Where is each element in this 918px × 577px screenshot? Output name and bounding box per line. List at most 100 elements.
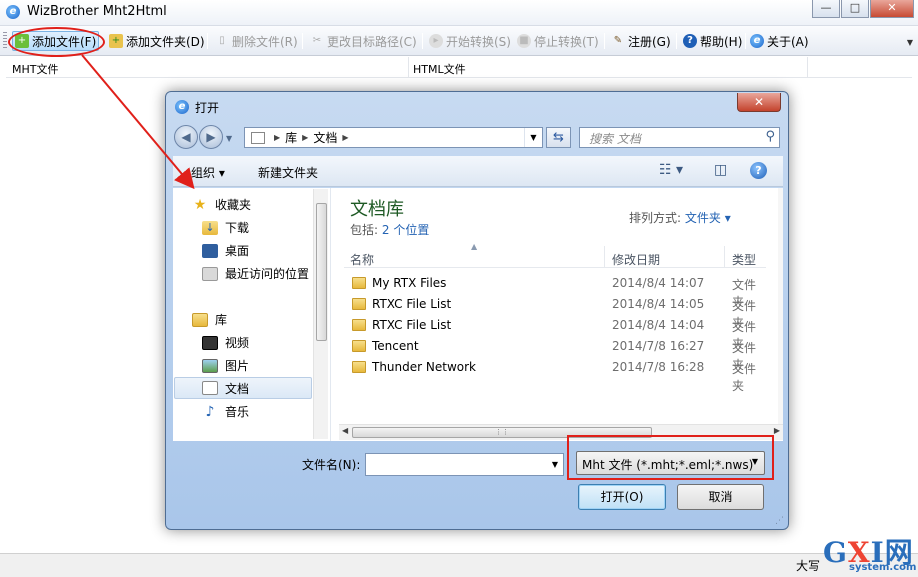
chevron-right-icon[interactable]: ▶: [274, 133, 280, 142]
file-name: RTXC File List: [372, 318, 452, 332]
nav-favorites[interactable]: ★ 收藏夹: [192, 196, 251, 213]
nav-recent[interactable]: 最近访问的位置: [202, 265, 309, 282]
file-row[interactable]: RTXC File List 2014/8/4 14:05 文件夹: [344, 294, 766, 330]
column-divider[interactable]: [807, 57, 808, 78]
register-icon: ✎: [613, 35, 623, 46]
file-date: 2014/8/4 14:05: [612, 297, 705, 311]
address-bar[interactable]: ▶ 库 ▶ 文档 ▶ ▼: [244, 127, 543, 148]
column-name[interactable]: 名称: [350, 251, 374, 268]
file-row[interactable]: My RTX Files 2014/8/4 14:07 文件夹: [344, 273, 766, 309]
delete-file-icon: ▯: [219, 35, 225, 46]
column-type[interactable]: 类型: [732, 251, 756, 268]
column-divider[interactable]: [604, 246, 605, 268]
open-button[interactable]: 打开(O): [578, 484, 666, 510]
scroll-left-icon[interactable]: ◀: [342, 426, 348, 435]
nav-label: 视频: [225, 336, 250, 350]
chevron-down-icon[interactable]: ▼: [547, 454, 563, 475]
watermark-domain: system.com: [849, 562, 917, 573]
nav-label: 收藏夹: [215, 198, 252, 212]
toolbar-separator: [302, 33, 303, 49]
stop-icon: ■: [517, 34, 531, 48]
maximize-button[interactable]: □: [841, 0, 869, 18]
ie-icon: e: [175, 100, 189, 114]
nav-libraries[interactable]: 库: [192, 311, 227, 328]
view-options-icon[interactable]: ☷ ▾: [659, 162, 683, 178]
help-icon[interactable]: ?: [750, 162, 767, 179]
refresh-button[interactable]: ⇆: [546, 127, 571, 148]
column-mht[interactable]: MHT文件: [12, 61, 58, 77]
toolbar: + 添加文件(F) + 添加文件夹(D) ▯ 删除文件(R) ✂ 更改目标路径(…: [0, 26, 918, 56]
about-button[interactable]: e 关于(A): [750, 31, 809, 51]
column-divider[interactable]: [408, 57, 409, 78]
column-html[interactable]: HTML文件: [413, 61, 466, 77]
add-folder-button[interactable]: + 添加文件夹(D): [109, 31, 205, 51]
delete-file-button[interactable]: ▯ 删除文件(R): [215, 31, 298, 51]
nav-label: 文档: [225, 381, 250, 396]
nav-label: 桌面: [225, 244, 250, 258]
preview-pane-icon[interactable]: ◫: [714, 162, 727, 178]
toolbar-separator: [207, 33, 208, 49]
change-path-button[interactable]: ✂ 更改目标路径(C): [310, 31, 417, 51]
file-row[interactable]: Thunder Network 2014/7/8 16:28 文件夹: [344, 357, 766, 393]
arrange-dropdown[interactable]: 文件夹 ▾: [685, 211, 731, 225]
nav-documents[interactable]: 文档: [174, 377, 312, 399]
breadcrumb-libraries[interactable]: 库: [285, 129, 297, 146]
nav-pane-scrollbar[interactable]: [313, 189, 328, 439]
recent-pages-dropdown[interactable]: ▼: [226, 134, 232, 143]
search-icon[interactable]: ⚲: [765, 129, 775, 144]
search-input[interactable]: 搜索 文档 ⚲: [579, 127, 780, 148]
scrollbar-thumb[interactable]: [316, 203, 327, 341]
start-convert-button[interactable]: ▸ 开始转换(S): [429, 31, 511, 51]
window-controls: — □ ✕: [811, 0, 914, 18]
close-button[interactable]: ✕: [870, 0, 914, 18]
chevron-right-icon[interactable]: ▶: [342, 133, 348, 142]
nav-downloads[interactable]: ↓ 下载: [202, 219, 249, 236]
nav-videos[interactable]: 视频: [202, 334, 249, 351]
back-button[interactable]: ◀: [174, 125, 198, 149]
toolbar-grip[interactable]: [3, 32, 7, 50]
folder-icon: [352, 277, 366, 289]
scroll-right-icon[interactable]: ▶: [774, 426, 780, 435]
nav-label: 图片: [225, 359, 250, 373]
search-placeholder: 搜索 文档: [589, 132, 641, 146]
breadcrumb-documents[interactable]: 文档: [313, 129, 337, 146]
dialog-close-button[interactable]: ✕: [737, 93, 781, 112]
toolbar-overflow-icon[interactable]: ▼: [904, 29, 916, 53]
nav-desktop[interactable]: 桌面: [202, 242, 249, 259]
file-name: Tencent: [372, 339, 419, 353]
arrange-label: 排列方式:: [629, 211, 682, 225]
file-view-scrollbar[interactable]: [778, 188, 783, 424]
folder-icon: [352, 319, 366, 331]
pictures-icon: [202, 358, 218, 373]
resize-grip-icon[interactable]: ⋰: [775, 516, 784, 526]
file-row[interactable]: Tencent 2014/7/8 16:27 文件夹: [344, 336, 766, 372]
change-path-icon: ✂: [312, 35, 322, 46]
register-button[interactable]: ✎ 注册(G): [611, 31, 671, 51]
file-view: 文档库 包括: 2 个位置 排列方式: 文件夹 ▾ ▲ 名称 修改日期 类型 M…: [331, 188, 783, 441]
nav-label: 最近访问的位置: [225, 267, 310, 281]
column-date[interactable]: 修改日期: [612, 251, 660, 268]
address-dropdown[interactable]: ▼: [524, 128, 542, 147]
library-icon: [251, 131, 265, 144]
forward-button[interactable]: ▶: [199, 125, 223, 149]
libraries-icon: [192, 312, 208, 327]
file-name: My RTX Files: [372, 276, 447, 290]
organize-button[interactable]: 组织 ▾: [191, 164, 225, 181]
file-row[interactable]: RTXC File List 2014/8/4 14:04 文件夹: [344, 315, 766, 351]
new-folder-button[interactable]: 新建文件夹: [258, 164, 318, 181]
file-type: 文件夹: [732, 362, 757, 393]
nav-music[interactable]: ♪ 音乐: [202, 403, 249, 420]
file-name: Thunder Network: [372, 360, 476, 374]
cancel-button[interactable]: 取消: [677, 484, 764, 510]
change-path-label: 更改目标路径(C): [327, 34, 417, 49]
column-divider[interactable]: [724, 246, 725, 268]
help-button[interactable]: ? 帮助(H): [683, 31, 742, 51]
nav-pictures[interactable]: 图片: [202, 357, 249, 374]
documents-icon: [202, 381, 218, 395]
minimize-button[interactable]: —: [812, 0, 840, 18]
delete-file-label: 删除文件(R): [232, 34, 298, 49]
includes-locations-link[interactable]: 2 个位置: [382, 223, 429, 237]
filename-field[interactable]: ▼: [365, 453, 564, 476]
chevron-right-icon[interactable]: ▶: [302, 133, 308, 142]
stop-convert-button[interactable]: ■ 停止转换(T): [517, 31, 599, 51]
